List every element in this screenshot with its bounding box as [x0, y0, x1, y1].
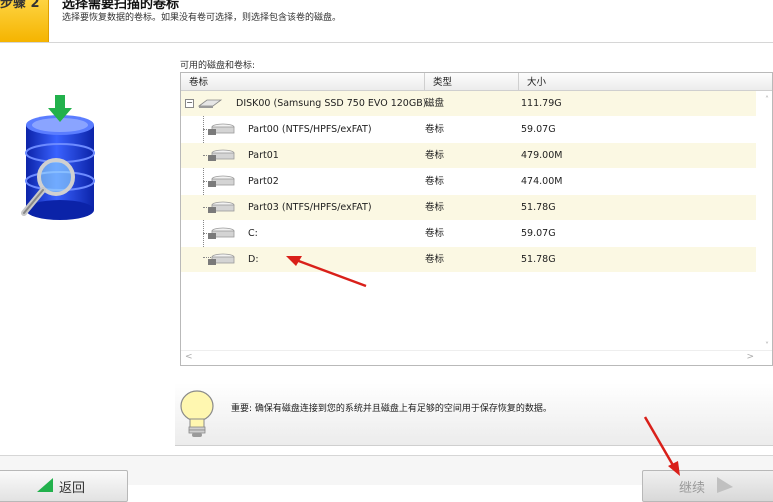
lightbulb-icon	[180, 390, 214, 437]
volume-table[interactable]: 卷标 类型 大小 − DISK00 (Samsung SSD 750 EVO 1…	[180, 72, 773, 366]
volume-type: 磁盘	[425, 98, 445, 109]
next-arrow-icon	[717, 477, 733, 493]
back-arrow-icon	[37, 478, 53, 492]
disk-icon	[208, 175, 235, 187]
volume-type: 卷标	[425, 228, 445, 239]
column-header-volume[interactable]: 卷标	[181, 73, 425, 90]
volume-type: 卷标	[425, 254, 445, 265]
volume-name: DISK00 (Samsung SSD 750 EVO 120GB)	[236, 98, 427, 109]
back-button-label: 返回	[59, 481, 86, 496]
scroll-left-icon[interactable]: <	[185, 352, 193, 362]
horizontal-scrollbar[interactable]: < >	[181, 350, 772, 365]
volume-size: 111.79G	[521, 98, 562, 109]
volume-size: 59.07G	[521, 228, 556, 239]
scroll-down-icon[interactable]: ˅	[765, 341, 769, 350]
disk-icon	[208, 253, 235, 265]
volume-type: 卷标	[425, 202, 445, 213]
scroll-right-icon[interactable]: >	[746, 352, 754, 362]
table-row[interactable]: D: 卷标 51.78G	[181, 247, 756, 272]
volume-type: 卷标	[425, 124, 445, 135]
volume-name: Part00 (NTFS/HPFS/exFAT)	[248, 124, 372, 135]
volume-size: 59.07G	[521, 124, 556, 135]
step-badge: 步骤 2	[0, 0, 49, 42]
volume-size: 51.78G	[521, 254, 556, 265]
note-text: 重要: 确保有磁盘连接到您的系统并且磁盘上有足够的空间用于保存恢复的数据。	[231, 404, 552, 414]
volume-name: D:	[248, 254, 259, 265]
step-label: 步骤 2	[0, 0, 40, 11]
disk-icon	[208, 123, 235, 135]
volume-name: Part03 (NTFS/HPFS/exFAT)	[248, 202, 372, 213]
column-header-size[interactable]: 大小	[519, 73, 772, 90]
disk-icon	[208, 227, 235, 239]
volume-type: 卷标	[425, 150, 445, 161]
scroll-up-icon[interactable]: ˄	[765, 95, 769, 104]
back-button[interactable]: 返回	[0, 470, 128, 502]
disk-icon	[208, 149, 235, 161]
next-button[interactable]: 继续	[642, 470, 773, 502]
table-header: 卷标 类型 大小	[181, 73, 772, 91]
table-row[interactable]: Part01 卷标 479.00M	[181, 143, 756, 168]
list-label: 可用的磁盘和卷标:	[180, 61, 256, 71]
volume-type: 卷标	[425, 176, 445, 187]
page-subtitle: 选择要恢复数据的卷标。如果没有卷可选择，则选择包含该卷的磁盘。	[62, 13, 342, 23]
volume-size: 479.00M	[521, 150, 563, 161]
column-header-type[interactable]: 类型	[425, 73, 519, 90]
table-row[interactable]: Part03 (NTFS/HPFS/exFAT) 卷标 51.78G	[181, 195, 756, 220]
collapse-toggle[interactable]: −	[185, 99, 194, 108]
volume-size: 474.00M	[521, 176, 563, 187]
table-row[interactable]: − DISK00 (Samsung SSD 750 EVO 120GB) 磁盘 …	[181, 91, 756, 116]
volume-size: 51.78G	[521, 202, 556, 213]
disk-icon	[208, 201, 235, 213]
table-row[interactable]: Part00 (NTFS/HPFS/exFAT) 卷标 59.07G	[181, 117, 756, 142]
wizard-header: 步骤 2 选择需要扫描的卷标 选择要恢复数据的卷标。如果没有卷可选择，则选择包含…	[0, 0, 773, 43]
table-row[interactable]: C: 卷标 59.07G	[181, 221, 756, 246]
volume-name: C:	[248, 228, 258, 239]
table-row[interactable]: Part02 卷标 474.00M	[181, 169, 756, 194]
wizard-footer: 返回 继续	[0, 455, 773, 502]
next-button-label: 继续	[679, 481, 706, 496]
important-note: 重要: 确保有磁盘连接到您的系统并且磁盘上有足够的空间用于保存恢复的数据。	[175, 383, 773, 446]
volume-name: Part01	[248, 150, 279, 161]
disk-icon	[197, 99, 223, 108]
database-search-icon	[21, 95, 95, 220]
volume-name: Part02	[248, 176, 279, 187]
